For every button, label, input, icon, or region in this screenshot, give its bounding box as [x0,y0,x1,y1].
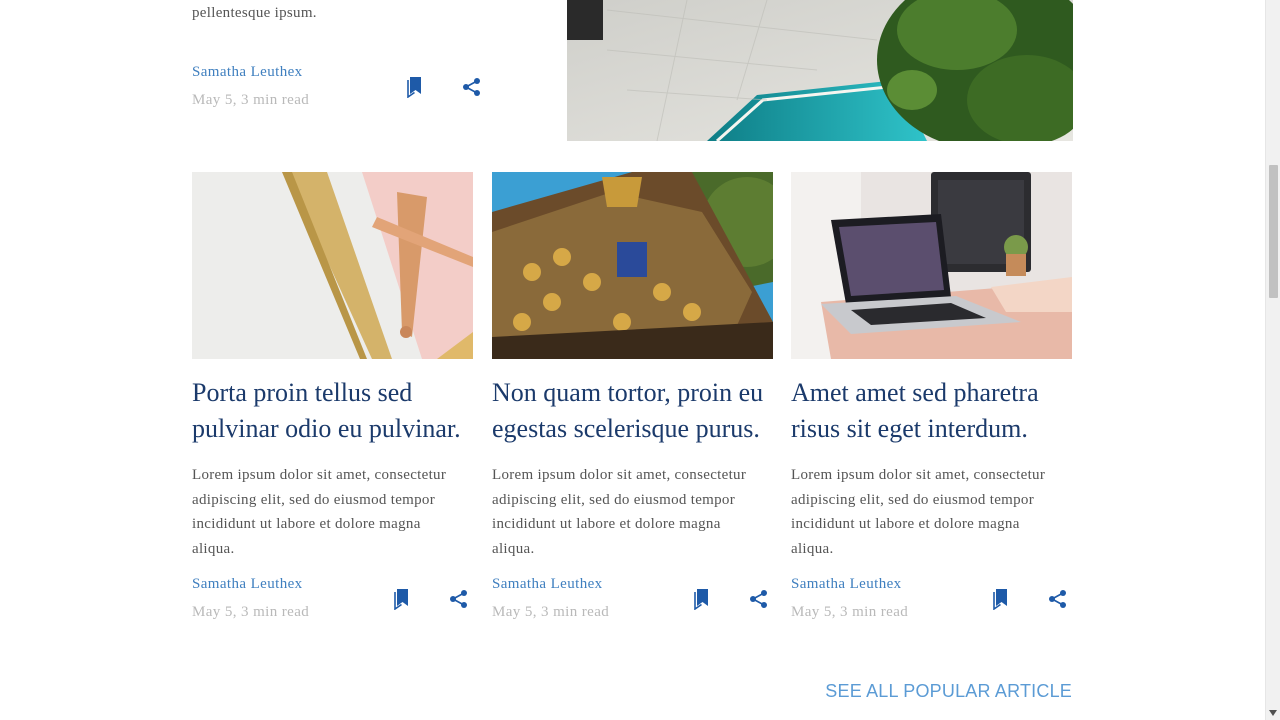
card-excerpt: Lorem ipsum dolor sit amet, consectetur … [492,467,747,557]
scrollbar-thumb[interactable] [1269,165,1278,298]
article-card: Amet amet sed pharetra risus sit eget in… [791,172,1072,620]
top-article-meta: May 5, 3 min read [192,92,310,108]
card-excerpt: Lorem ipsum dolor sit amet, consectetur … [791,467,1046,557]
card-title[interactable]: Non quam tortor, proin eu egestas sceler… [492,375,773,447]
article-card: Porta proin tellus sed pulvinar odio eu … [192,172,473,620]
card-image-laptop-desk[interactable] [791,172,1072,359]
bookmark-icon[interactable] [991,588,1013,610]
card-image-stationery[interactable] [192,172,473,359]
card-author-link[interactable]: Samatha Leuthex [791,576,902,593]
card-author-link[interactable]: Samatha Leuthex [492,576,603,593]
share-icon[interactable] [1047,588,1069,610]
card-meta: May 5, 3 min read [791,604,909,620]
card-title[interactable]: Amet amet sed pharetra risus sit eget in… [791,375,1072,447]
card-excerpt: Lorem ipsum dolor sit amet, consectetur … [192,467,447,557]
share-icon[interactable] [448,588,470,610]
share-icon[interactable] [748,588,770,610]
scroll-down-arrow-icon[interactable] [1269,710,1277,716]
top-article-excerpt: pellentesque ipsum. [192,5,317,21]
bookmark-icon[interactable] [405,76,427,98]
see-all-popular-link[interactable]: SEE ALL POPULAR ARTICLE [825,681,1072,702]
share-icon[interactable] [461,76,483,98]
feature-image-pool[interactable] [567,0,1073,141]
top-article-author-link[interactable]: Samatha Leuthex [192,64,303,81]
bookmark-icon[interactable] [392,588,414,610]
bookmark-icon[interactable] [692,588,714,610]
card-meta: May 5, 3 min read [492,604,610,620]
card-title[interactable]: Porta proin tellus sed pulvinar odio eu … [192,375,473,447]
card-image-temple-roof[interactable] [492,172,773,359]
vertical-scrollbar[interactable] [1265,0,1280,720]
card-author-link[interactable]: Samatha Leuthex [192,576,303,593]
article-card: Non quam tortor, proin eu egestas sceler… [492,172,773,620]
card-meta: May 5, 3 min read [192,604,310,620]
